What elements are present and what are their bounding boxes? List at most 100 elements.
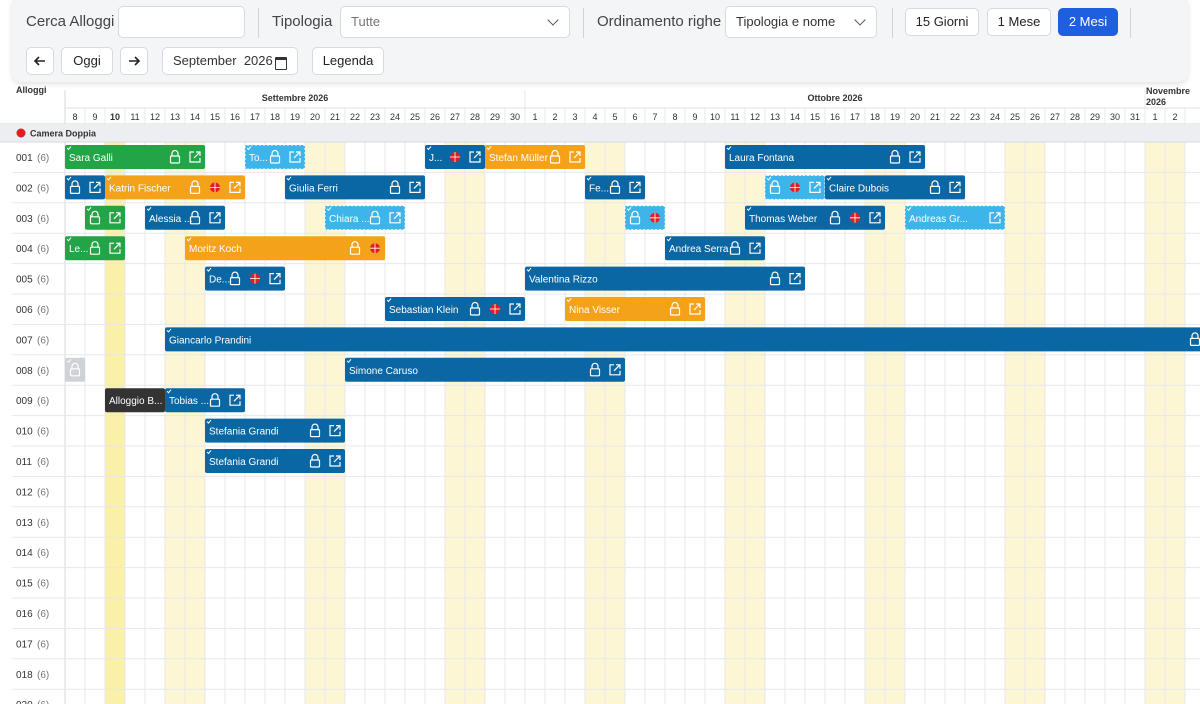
weekend-column [885, 124, 905, 704]
booking-bar[interactable]: Laura Fontana [725, 145, 925, 169]
alloggi-header: Alloggi [16, 85, 47, 95]
prev-button[interactable] [26, 47, 54, 75]
booking-guest-name: Alloggio B... [109, 396, 162, 407]
range-15-days-button[interactable]: 15 Giorni [905, 8, 979, 36]
today-button[interactable]: Oggi [61, 47, 113, 75]
booking-guest-name: To... [249, 153, 268, 164]
booking-bar[interactable]: Stefania Grandi [205, 449, 345, 473]
day-label: 30 [510, 112, 520, 122]
type-select[interactable]: Tutte [340, 6, 570, 38]
room-name: 010 [16, 427, 33, 438]
booking-bar[interactable]: Stefan Müller [485, 145, 585, 169]
booking-bar[interactable]: Sebastian Klein [385, 297, 525, 321]
arrow-right-icon [129, 56, 141, 66]
weekend-column [585, 124, 605, 704]
next-button[interactable] [120, 47, 148, 75]
day-label: 31 [1130, 112, 1140, 122]
booking-bar[interactable]: Andreas Gr... [904, 205, 1006, 231]
order-label: Ordinamento righe [597, 13, 722, 30]
booking-bar[interactable]: Chiara ... [324, 205, 406, 231]
booking-bar[interactable]: J... [425, 145, 485, 169]
month-picker[interactable]: September 2026 [162, 47, 298, 75]
booking-bar[interactable]: Giulia Ferri [285, 175, 425, 200]
day-label: 17 [250, 112, 260, 122]
day-label: 20 [310, 112, 320, 122]
day-label: 13 [170, 112, 180, 122]
weekend-column [305, 124, 325, 704]
booking-bar[interactable]: Katrin Fischer [105, 175, 245, 200]
weekend-column [1165, 124, 1185, 704]
booking-guest-name: Andreas Gr... [909, 214, 968, 225]
month-label: Novembre 2026 [1146, 86, 1190, 107]
booking-bar[interactable]: Moritz Koch [185, 236, 385, 261]
booking-bar[interactable]: Sara Galli [65, 145, 205, 169]
day-label: 19 [290, 112, 300, 122]
room-name: 017 [16, 639, 33, 650]
order-select-value: Tipologia e nome [736, 14, 836, 29]
chevron-down-icon [547, 14, 559, 26]
booking-bar[interactable]: Claire Dubois [825, 175, 965, 200]
day-label: 18 [870, 112, 880, 122]
day-label: 15 [810, 112, 820, 122]
weekend-column [1005, 124, 1025, 704]
booking-bar[interactable]: Fe... [585, 175, 645, 200]
day-label: 21 [330, 112, 340, 122]
booking-bar[interactable] [65, 357, 85, 382]
booking-bar[interactable]: I [85, 205, 125, 230]
booking-bar[interactable]: To... [244, 144, 306, 170]
globe-icon [850, 212, 860, 223]
room-name: 006 [16, 305, 33, 316]
booking-bar[interactable]: Alloggio B... [105, 388, 165, 413]
day-label: 30 [1110, 112, 1120, 122]
group-color-dot [16, 128, 26, 138]
order-select[interactable]: Tipologia e nome [725, 6, 877, 38]
day-label: 29 [1090, 112, 1100, 122]
day-label: 22 [950, 112, 960, 122]
booking-bar[interactable]: I [764, 174, 826, 200]
booking-bar[interactable]: Simone Caruso [345, 357, 625, 382]
globe-icon [250, 273, 260, 284]
booking-guest-name: Stefan Müller [489, 153, 549, 164]
room-capacity: (6) [37, 214, 49, 225]
day-label: 11 [130, 112, 139, 122]
booking-bar[interactable]: Stefania Grandi [205, 418, 345, 443]
booking-bar[interactable]: Nina Visser [565, 297, 705, 321]
range-1-month-button[interactable]: 1 Mese [987, 8, 1051, 36]
booking-bar[interactable]: Le... [65, 236, 125, 261]
day-label: 9 [692, 112, 697, 122]
room-name: 020 [16, 700, 33, 704]
booking-bar[interactable] [65, 175, 105, 200]
room-name: 002 [16, 183, 33, 194]
booking-bar[interactable] [624, 205, 666, 231]
room-name: 005 [16, 275, 33, 286]
day-label: 17 [850, 112, 860, 122]
booking-bar[interactable]: Thomas Weber [745, 205, 885, 230]
booking-bar[interactable]: Andrea Serra [665, 236, 765, 261]
range-2-months-button[interactable]: 2 Mesi [1058, 8, 1118, 36]
day-label: 2 [1172, 112, 1177, 122]
search-input[interactable] [118, 6, 245, 38]
booking-bar[interactable]: Valentina Rizzo [525, 266, 805, 291]
legend-button[interactable]: Legenda [312, 47, 384, 75]
booking-bar[interactable]: Tobias ... [165, 388, 245, 413]
room-capacity: (6) [37, 183, 49, 194]
day-label: 27 [450, 112, 460, 122]
day-label: 20 [910, 112, 920, 122]
room-capacity: (6) [37, 700, 49, 704]
day-label: 21 [930, 112, 940, 122]
booking-guest-name: De... [209, 275, 230, 286]
booking-bar[interactable]: De... [205, 266, 285, 291]
day-label: 8 [72, 112, 77, 122]
weekend-column [1145, 124, 1165, 704]
globe-icon [370, 243, 380, 254]
booking-bar[interactable]: Alessia ... [145, 205, 225, 230]
booking-bar[interactable]: Giancarlo Prandini [165, 327, 1200, 352]
booking-guest-name: Giancarlo Prandini [169, 335, 251, 346]
room-name: 008 [16, 366, 33, 377]
weekend-column [605, 124, 625, 704]
room-capacity: (6) [37, 579, 49, 590]
weekend-column [445, 124, 465, 704]
day-label: 11 [730, 112, 739, 122]
room-name: 009 [16, 396, 33, 407]
group-row [0, 124, 1200, 142]
